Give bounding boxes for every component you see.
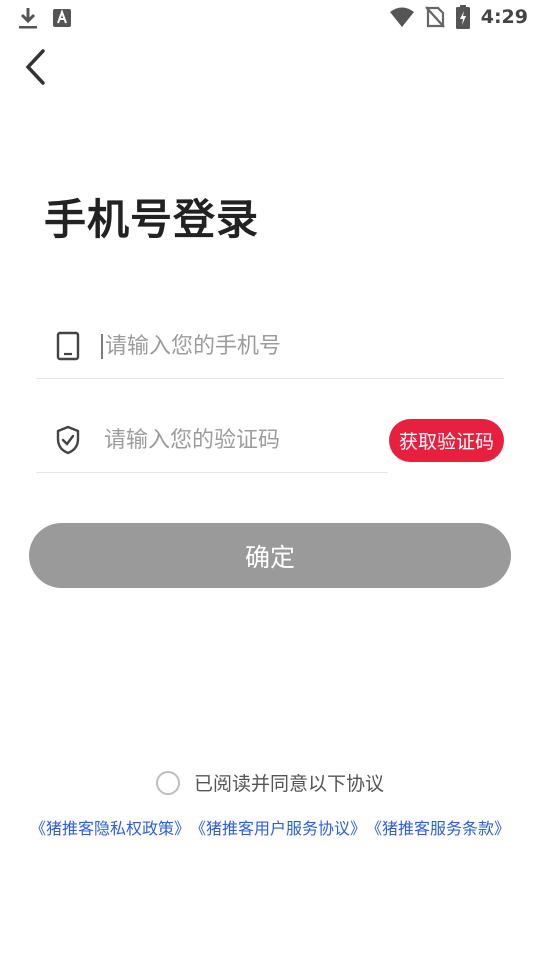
back-button[interactable] [16,48,54,86]
no-sim-icon [424,5,445,29]
battery-charging-icon [455,4,471,30]
phone-field-row [36,314,504,379]
privacy-policy-link[interactable]: 《猪推客隐私权政策》 [30,815,190,839]
wifi-icon [389,6,415,28]
agreement-text: 已阅读并同意以下协议 [193,773,384,795]
terms-of-service-link[interactable]: 《猪推客服务条款》 [366,815,510,839]
user-service-agreement-link[interactable]: 《猪推客用户服务协议》 [190,815,366,839]
shield-check-icon [36,408,100,472]
phone-input[interactable] [101,333,465,359]
verification-code-input[interactable] [104,427,374,453]
agreement-checkbox[interactable] [155,770,180,795]
status-right: 4:29 [389,4,528,30]
confirm-button[interactable]: 确定 [29,523,511,588]
page-title: 手机号登录 [44,195,260,244]
chevron-left-icon [24,49,46,85]
download-icon [18,6,38,30]
status-bar: 4:29 [0,0,540,36]
get-code-button[interactable]: 获取验证码 [389,419,504,462]
policy-links: 《猪推客隐私权政策》 《猪推客用户服务协议》 《猪推客服务条款》 [0,815,540,839]
status-left [18,6,72,30]
text-a-icon [52,8,72,28]
agreement-row: 已阅读并同意以下协议 [0,769,540,796]
code-field-row [36,408,388,473]
status-time: 4:29 [480,6,528,28]
phone-icon [36,314,100,378]
